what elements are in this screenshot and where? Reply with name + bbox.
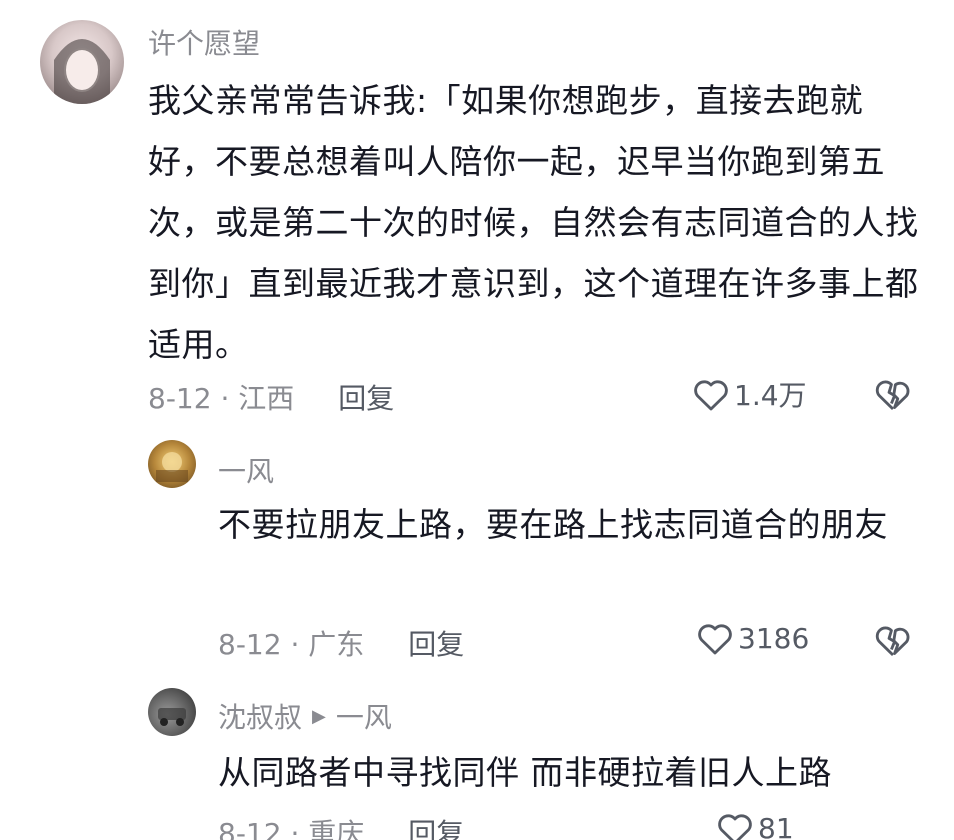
- reply-to-username[interactable]: 一风: [336, 696, 392, 736]
- reply-button[interactable]: 回复: [408, 812, 464, 840]
- comment-meta: 8-12 · 广东 回复: [218, 623, 464, 663]
- heart-outline-icon: [694, 380, 728, 411]
- dislike-button[interactable]: [874, 376, 912, 416]
- triangle-right-icon: ▶: [312, 705, 326, 727]
- timestamp-location: 8-12 · 重庆: [218, 817, 365, 840]
- avatar[interactable]: [40, 20, 124, 104]
- like-count: 1.4万: [734, 379, 807, 412]
- like-button[interactable]: 81: [716, 810, 794, 840]
- like-button[interactable]: 3186: [696, 620, 809, 656]
- avatar[interactable]: [148, 688, 196, 736]
- heart-outline-icon: [718, 814, 752, 840]
- username[interactable]: 一风: [218, 450, 274, 490]
- timestamp-location: 8-12 · 广东: [218, 628, 365, 661]
- username-label: 沈叔叔: [218, 701, 303, 734]
- comment-meta: 8-12 · 重庆 回复: [218, 812, 464, 840]
- comment-text: 从同路者中寻找同伴 而非硬拉着旧人上路: [218, 753, 832, 792]
- broken-heart-icon: [875, 626, 910, 657]
- reply-button[interactable]: 回复: [338, 377, 394, 417]
- comment-text: 我父亲常常告诉我:「如果你想跑步，直接去跑就好，不要总想着叫人陪你一起，迟早当你…: [148, 81, 919, 364]
- username[interactable]: 许个愿望: [148, 22, 260, 62]
- comment-text: 不要拉朋友上路，要在路上找志同道合的朋友: [218, 505, 888, 544]
- username[interactable]: 沈叔叔 ▶ 一风: [218, 696, 392, 736]
- heart-outline-icon: [698, 624, 732, 655]
- comment-meta: 8-12 · 江西 回复: [148, 377, 394, 417]
- broken-heart-icon: [875, 380, 910, 411]
- timestamp-location: 8-12 · 江西: [148, 382, 295, 415]
- comment-thread: 许个愿望 我父亲常常告诉我:「如果你想跑步，直接去跑就好，不要总想着叫人陪你一起…: [0, 0, 954, 840]
- avatar[interactable]: [148, 440, 196, 488]
- like-button[interactable]: 1.4万: [692, 374, 807, 414]
- dislike-button[interactable]: [874, 622, 912, 662]
- like-count: 81: [758, 811, 794, 840]
- reply-button[interactable]: 回复: [408, 623, 464, 663]
- like-count: 3186: [738, 621, 810, 655]
